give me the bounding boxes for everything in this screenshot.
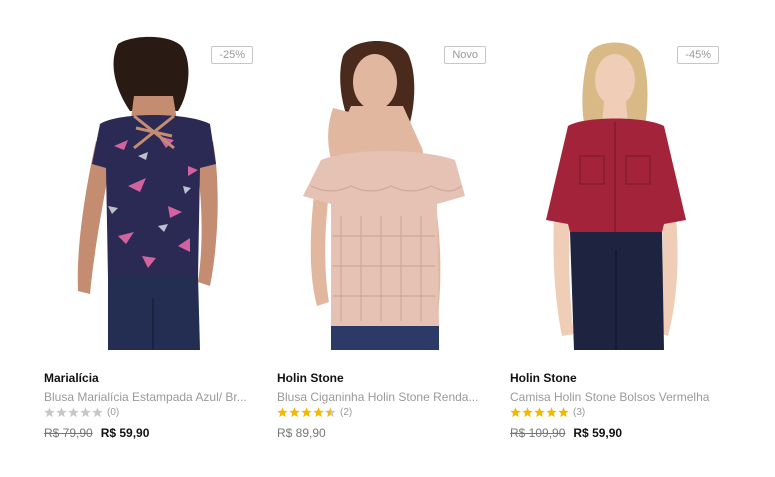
star-icon [313, 407, 324, 418]
old-price: R$ 109,90 [510, 426, 566, 440]
product-brand[interactable]: Holin Stone [277, 371, 344, 385]
product-rating: (0) [44, 407, 119, 418]
sale-price: R$ 59,90 [573, 426, 623, 440]
product-price: R$ 109,90 R$ 59,90 [510, 426, 622, 440]
rating-count: (2) [340, 407, 353, 418]
old-price: R$ 79,90 [44, 426, 93, 440]
product-price: R$ 79,90 R$ 59,90 [44, 426, 149, 440]
star-icon [558, 407, 569, 418]
star-icon [68, 407, 79, 418]
product-card[interactable]: -45% Holin Stone Camisa Holin Stone Bols… [504, 0, 737, 477]
discount-badge: -25% [211, 46, 253, 64]
product-image[interactable] [38, 36, 271, 350]
rating-count: (3) [573, 407, 586, 418]
new-badge: Novo [444, 46, 486, 64]
star-icon [80, 407, 91, 418]
product-card[interactable]: -25% Marialícia Blusa Marialícia Estampa… [38, 0, 271, 477]
sale-price: R$ 59,90 [100, 426, 150, 440]
star-icon [44, 407, 55, 418]
rating-stars [44, 407, 104, 418]
star-icon [56, 407, 67, 418]
product-title[interactable]: Blusa Marialícia Estampada Azul/ Br... [44, 390, 262, 404]
product-image[interactable] [271, 36, 504, 350]
product-price: R$ 89,90 [277, 426, 326, 440]
discount-badge: -45% [677, 46, 719, 64]
star-icon [92, 407, 103, 418]
product-title[interactable]: Camisa Holin Stone Bolsos Vermelha [510, 390, 728, 404]
product-card[interactable]: Novo Holin Stone Blusa Ciganinha Holin S… [271, 0, 504, 477]
star-icon [289, 407, 300, 418]
rating-count: (0) [107, 407, 120, 418]
star-icon [325, 407, 336, 418]
star-icon [510, 407, 521, 418]
product-rating: (2) [277, 407, 352, 418]
star-icon [546, 407, 557, 418]
product-brand[interactable]: Holin Stone [510, 371, 577, 385]
product-image[interactable] [504, 36, 737, 350]
star-icon [277, 407, 288, 418]
product-brand[interactable]: Marialícia [44, 371, 99, 385]
star-icon [301, 407, 312, 418]
star-icon [522, 407, 533, 418]
rating-stars [277, 407, 337, 418]
regular-price: R$ 89,90 [277, 426, 326, 440]
product-title[interactable]: Blusa Ciganinha Holin Stone Renda... [277, 390, 495, 404]
product-rating: (3) [510, 407, 585, 418]
rating-stars [510, 407, 570, 418]
star-icon [534, 407, 545, 418]
